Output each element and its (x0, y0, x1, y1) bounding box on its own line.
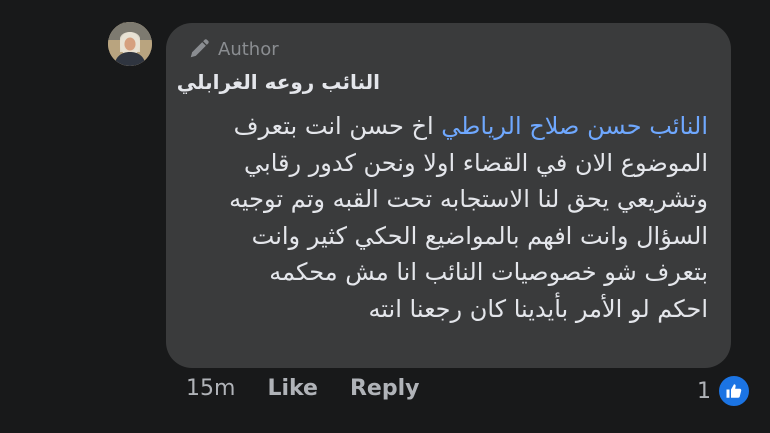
mention-link[interactable]: النائب حسن صلاح الرياطي (441, 112, 708, 140)
author-avatar[interactable] (108, 22, 152, 66)
pencil-icon (188, 38, 210, 60)
comment-actions: 15m Like Reply (186, 376, 419, 401)
like-button[interactable]: Like (267, 376, 318, 401)
reaction-count: 1 (697, 378, 711, 404)
comment-line: السؤال وانت افهم بالمواضيع الحكي كثير وا… (251, 221, 708, 250)
comment-text: النائب حسن صلاح الرياطي اخ حسن انت بتعرف… (178, 108, 708, 327)
comment-line: الموضوع الان في القضاء اولا ونحن كدور رق… (244, 148, 708, 177)
comment-line: بتعرف شو خصوصيات النائب انا مش محكمه (269, 258, 708, 286)
author-badge: Author (188, 38, 279, 60)
author-badge-label: Author (218, 38, 279, 60)
comment-line: احكم لو الأمر بأيدينا كان رجعنا انته (368, 294, 708, 323)
comment-line-1: النائب حسن صلاح الرياطي اخ حسن انت بتعرف (178, 108, 708, 145)
comment-line-1-text: اخ حسن انت بتعرف (233, 112, 442, 140)
reply-button[interactable]: Reply (350, 376, 420, 401)
thumbs-up-icon (717, 374, 751, 408)
comment-author-name[interactable]: النائب روعه الغرابلي (177, 70, 380, 94)
comment-line: وتشريعي يحق لنا الاستجابه تحت القبه وتم … (229, 185, 708, 213)
reaction-summary[interactable]: 1 (697, 374, 751, 408)
comment-timestamp[interactable]: 15m (186, 376, 235, 401)
